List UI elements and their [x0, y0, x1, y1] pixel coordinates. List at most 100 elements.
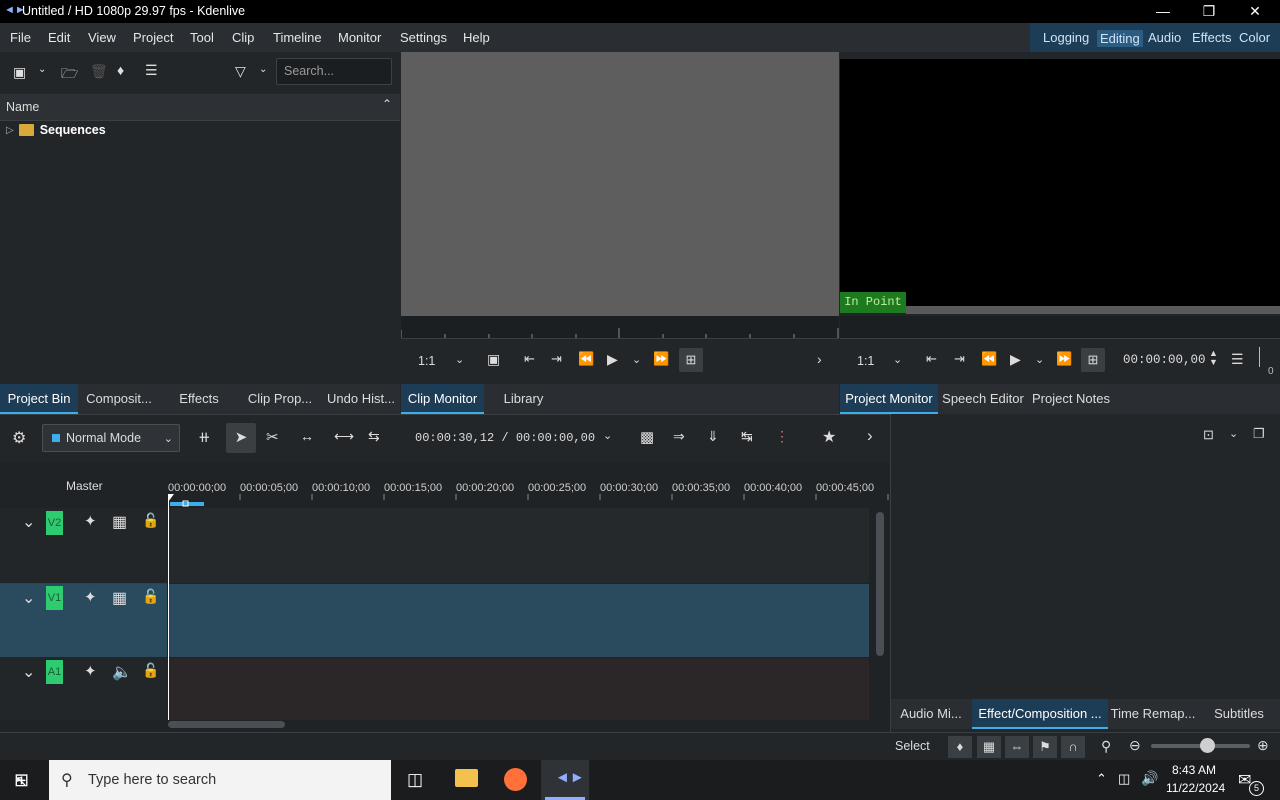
hamburger-menu-icon[interactable]: ☰	[1231, 351, 1244, 368]
tab-clip-monitor[interactable]: Clip Monitor	[401, 384, 484, 414]
zoom-fit-icon[interactable]: ⚲	[1101, 738, 1111, 755]
set-out-point-icon[interactable]: ⇥	[551, 351, 562, 367]
vertical-scrollbar[interactable]	[876, 512, 884, 656]
layout-logging[interactable]: Logging	[1043, 30, 1089, 45]
spacer-tool-icon[interactable]: ↔	[300, 428, 314, 444]
add-folder-icon[interactable]: 🗁	[61, 63, 78, 87]
network-icon[interactable]: ◫	[1118, 771, 1130, 787]
tab-speech-editor[interactable]: Speech Editor	[940, 384, 1026, 414]
chevron-down-icon[interactable]: ⌄	[38, 64, 46, 75]
timeline-settings-icon[interactable]: ⚙	[12, 428, 26, 448]
menu-settings[interactable]: Settings	[400, 30, 447, 45]
effects-wand-icon[interactable]: ✦	[84, 512, 97, 530]
volume-icon[interactable]: 🔊	[1141, 770, 1158, 787]
tab-audio-mixer[interactable]: Audio Mi...	[891, 699, 971, 729]
menu-file[interactable]: File	[10, 30, 31, 45]
track-a1-lane[interactable]	[168, 658, 869, 720]
tag-icon[interactable]: ♦	[117, 62, 124, 78]
track-v1-lane[interactable]	[168, 584, 869, 657]
tab-effect-composition[interactable]: Effect/Composition ...	[972, 699, 1108, 729]
menu-timeline[interactable]: Timeline	[273, 30, 322, 45]
firefox-icon[interactable]	[504, 768, 527, 791]
play-options-icon[interactable]: ⌄	[632, 353, 641, 366]
tab-effects[interactable]: Effects	[160, 384, 238, 414]
lock-icon[interactable]: 🔓	[142, 512, 159, 529]
insert-clip-icon[interactable]: ⇒	[673, 428, 685, 445]
clock-date[interactable]: 11/22/2024	[1166, 781, 1225, 795]
lift-icon[interactable]: ⋮	[775, 428, 789, 445]
track-name-tag[interactable]: A1	[46, 660, 63, 684]
film-strip-icon[interactable]: ▦	[112, 512, 127, 532]
tab-project-notes[interactable]: Project Notes	[1028, 384, 1114, 414]
project-zoom-label[interactable]: 1:1	[857, 354, 874, 368]
ripple-tool-icon[interactable]: ⟷	[334, 428, 354, 445]
zoom-out-icon[interactable]: ⊖	[1129, 737, 1141, 754]
file-explorer-icon[interactable]	[455, 769, 478, 787]
star-icon[interactable]: ★	[822, 427, 836, 447]
collapse-track-icon[interactable]: ⌄	[22, 512, 35, 532]
overwrite-clip-icon[interactable]: ⇓	[707, 428, 719, 445]
project-zoom-dropdown-icon[interactable]: ⌄	[893, 353, 902, 366]
razor-tool-icon[interactable]: ✂	[266, 428, 279, 446]
track-v2-lane[interactable]	[168, 508, 869, 583]
layout-audio[interactable]: Audio	[1148, 30, 1181, 45]
close-button[interactable]: ✕	[1232, 0, 1278, 23]
fit-zoom-icon[interactable]: ▣	[487, 351, 500, 368]
more-icon[interactable]: ›	[817, 351, 822, 367]
magnet-icon[interactable]: ∩	[1061, 736, 1085, 758]
horizontal-scrollbar[interactable]	[168, 721, 285, 728]
zoom-in-icon[interactable]: ⊕	[1257, 737, 1269, 754]
tab-project-bin[interactable]: Project Bin	[0, 384, 78, 414]
playhead-line[interactable]	[168, 500, 169, 720]
play-icon[interactable]: ▶	[607, 351, 618, 368]
restore-button[interactable]: ❐	[1186, 0, 1232, 23]
tab-undo-history[interactable]: Undo Hist...	[322, 384, 400, 414]
lock-icon[interactable]: 🔓	[142, 588, 159, 605]
play-icon[interactable]: ▶	[1010, 351, 1021, 368]
track-name-tag[interactable]: V2	[46, 511, 63, 535]
project-monitor-ruler[interactable]	[840, 316, 1280, 339]
tab-compositions[interactable]: Composit...	[80, 384, 158, 414]
menu-view[interactable]: View	[88, 30, 116, 45]
forward-icon[interactable]: ⏩	[1056, 351, 1072, 367]
hamburger-menu-icon[interactable]: ☰	[145, 62, 158, 79]
tag-icon[interactable]: ♦	[948, 736, 972, 758]
sort-up-icon[interactable]: ⌃	[382, 97, 392, 111]
add-clip-icon[interactable]: ▣	[13, 64, 26, 81]
track-v2-header[interactable]: ⌄ V2 ✦ ▦ 🔓	[0, 508, 167, 584]
tab-time-remap[interactable]: Time Remap...	[1110, 699, 1196, 729]
effects-wand-icon[interactable]: ✦	[84, 588, 97, 606]
tab-project-monitor[interactable]: Project Monitor	[840, 384, 938, 414]
timeline-ruler[interactable]: 00:00:00;00 00:00:05;00 00:00:10;00 00:0…	[168, 476, 890, 508]
track-name-tag[interactable]: V1	[46, 586, 63, 610]
crop-icon[interactable]: ⊞	[1081, 348, 1105, 372]
bin-item-sequences[interactable]: ▷ Sequences	[6, 122, 106, 138]
set-in-point-icon[interactable]: ⇤	[926, 351, 937, 367]
project-monitor-display[interactable]	[840, 59, 1280, 308]
select-tool-icon[interactable]: ➤	[226, 423, 256, 453]
menu-tool[interactable]: Tool	[190, 30, 214, 45]
extract-icon[interactable]: ↹	[741, 428, 753, 445]
tab-library[interactable]: Library	[486, 384, 561, 414]
rewind-icon[interactable]: ⏪	[578, 351, 594, 367]
tab-clip-properties[interactable]: Clip Prop...	[240, 384, 320, 414]
forward-icon[interactable]: ⏩	[653, 351, 669, 367]
show-hidden-icons-icon[interactable]: ⌃	[1096, 771, 1107, 787]
menu-edit[interactable]: Edit	[48, 30, 70, 45]
delete-icon[interactable]: 🗑	[90, 63, 108, 80]
task-view-icon[interactable]: ◫	[407, 770, 423, 790]
clip-zoom-dropdown-icon[interactable]: ⌄	[455, 353, 464, 366]
set-in-point-icon[interactable]: ⇤	[524, 351, 535, 367]
set-out-point-icon[interactable]: ⇥	[954, 351, 965, 367]
layout-editing[interactable]: Editing	[1097, 30, 1143, 47]
snap-icon[interactable]: ⇔	[1005, 736, 1029, 758]
minimize-button[interactable]: —	[1140, 0, 1186, 23]
tab-subtitles[interactable]: Subtitles	[1199, 699, 1279, 729]
timecode-dropdown-icon[interactable]: ⌄	[603, 429, 612, 442]
lock-icon[interactable]: 🔓	[142, 662, 159, 679]
rewind-icon[interactable]: ⏪	[981, 351, 997, 367]
more-icon[interactable]: ›	[867, 426, 873, 446]
compare-icon[interactable]: ⊡	[1203, 427, 1214, 443]
menu-project[interactable]: Project	[133, 30, 173, 45]
collapse-track-icon[interactable]: ⌄	[22, 588, 35, 608]
